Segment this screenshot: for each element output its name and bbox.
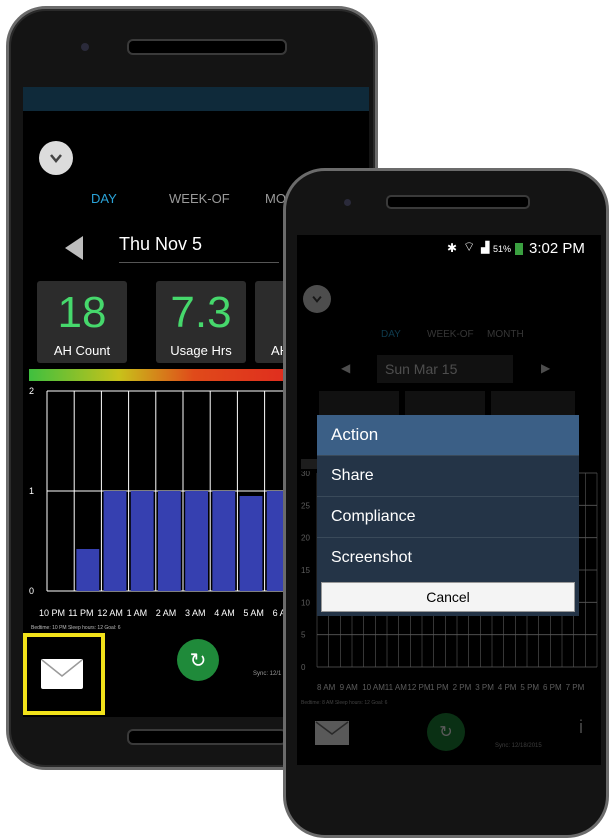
- front-camera: [81, 43, 89, 51]
- chart-bar: [212, 491, 236, 591]
- stat-value: 18: [57, 288, 107, 337]
- x-axis-labels: 8 AM 9 AM 10 AM 11 AM 12 PM 1 PM 2 PM 3 PM 4 PM 5…: [317, 683, 601, 695]
- chart-bar: [185, 491, 209, 591]
- chart-bar: [130, 491, 154, 591]
- menu-item-screenshot[interactable]: Screenshot: [317, 537, 579, 578]
- y-tick-label: 0: [301, 663, 306, 672]
- x-tick-label: 5 PM: [520, 683, 540, 692]
- y-tick-label: 30: [301, 471, 310, 478]
- refresh-button[interactable]: ↻: [177, 639, 219, 681]
- x-tick-label: 3 AM: [185, 608, 206, 618]
- envelope-icon: [41, 659, 83, 677]
- y-tick-label: 25: [301, 501, 310, 510]
- email-button[interactable]: [41, 659, 83, 689]
- action-dialog: Action Share Compliance Screenshot Cance…: [317, 415, 579, 616]
- battery-percent: 51%: [493, 244, 512, 254]
- x-tick-label: 9 AM: [339, 683, 358, 692]
- x-tick-label: 10 AM: [362, 683, 385, 692]
- earpiece-speaker: [127, 39, 287, 55]
- email-button[interactable]: [315, 721, 349, 745]
- bluetooth-icon: ✱: [447, 241, 458, 255]
- cancel-button[interactable]: Cancel: [321, 582, 575, 612]
- envelope-icon: [315, 721, 349, 735]
- x-tick-label: 12 AM: [97, 608, 123, 618]
- x-tick-label: 5 AM: [243, 608, 264, 618]
- y-tick-label: 5: [301, 631, 306, 640]
- menu-item-compliance[interactable]: Compliance: [317, 496, 579, 537]
- tab-week-of[interactable]: WEEK-OF: [427, 329, 474, 340]
- sleep-footnote: Bedtime: 8 AM Sleep hours: 12 Goal: 6: [301, 700, 388, 706]
- x-tick-label: 11 PM: [68, 608, 94, 618]
- phone-front-screen: ✱ ⌔ ▟ 51% 3:02 PM DAY WEEK-OF MONTH ◀ Su…: [297, 235, 601, 765]
- tab-day[interactable]: DAY: [381, 329, 401, 340]
- x-tick-label: 6 PM: [543, 683, 562, 692]
- x-tick-label: 10 PM: [39, 608, 66, 618]
- tab-week-of[interactable]: WEEK-OF: [169, 191, 230, 206]
- x-tick-label: 2 PM: [452, 683, 472, 692]
- x-tick-label: 4 AM: [214, 608, 235, 618]
- y-tick-label: 10: [301, 598, 310, 607]
- x-tick-label: 3 PM: [475, 683, 494, 692]
- earpiece-speaker: [386, 195, 530, 209]
- phone-front: ✱ ⌔ ▟ 51% 3:02 PM DAY WEEK-OF MONTH ◀ Su…: [283, 168, 609, 838]
- y-tick-label: 1: [29, 486, 34, 496]
- refresh-icon: ↻: [439, 724, 453, 741]
- x-tick-label: 1 PM: [430, 683, 449, 692]
- sleep-footnote: Bedtime: 10 PM Sleep hours: 12 Goal: 6: [31, 625, 121, 631]
- dialog-footer: Cancel: [317, 578, 579, 616]
- chart-bar: [239, 496, 263, 591]
- tab-month[interactable]: MONTH: [487, 329, 524, 340]
- x-tick-label: 7 PM: [565, 683, 585, 692]
- date-field[interactable]: Sun Mar 15: [377, 355, 513, 383]
- stat-label: Usage Hrs: [170, 343, 232, 358]
- stat-card-usage-hrs: 7.3 Usage Hrs: [156, 281, 246, 363]
- x-tick-label: 2 AM: [155, 608, 177, 618]
- stat-label: AH Count: [53, 343, 111, 358]
- clock: 3:02 PM: [529, 240, 585, 257]
- x-tick-label: 1 AM: [126, 608, 148, 618]
- signal-icon: ▟: [481, 242, 490, 254]
- refresh-button[interactable]: ↻: [427, 713, 465, 751]
- date-label: Sun Mar 15: [385, 361, 458, 377]
- chevron-down-icon: [312, 296, 322, 303]
- dialog-title: Action: [317, 415, 579, 455]
- y-tick-label: 0: [29, 586, 34, 596]
- chart-bar: [157, 491, 181, 591]
- stat-card-ah-count: 18 AH Count: [37, 281, 127, 363]
- y-tick-label: 20: [301, 534, 310, 543]
- prev-date-icon[interactable]: [63, 235, 85, 261]
- front-camera: [344, 199, 351, 206]
- collapse-chevron-button[interactable]: [303, 285, 331, 313]
- date-field[interactable]: Thu Nov 5: [119, 234, 279, 263]
- y-tick-label: 2: [29, 386, 34, 396]
- chevron-down-icon: [50, 154, 62, 163]
- x-tick-label: 4 PM: [497, 683, 517, 692]
- next-date-icon[interactable]: ▶: [541, 361, 550, 375]
- chart-bar: [103, 491, 127, 591]
- collapse-chevron-button[interactable]: [39, 141, 73, 175]
- info-icon[interactable]: i: [579, 717, 583, 738]
- status-bar: ✱ ⌔ ▟ 51% 3:02 PM: [297, 235, 601, 263]
- tab-day[interactable]: DAY: [91, 191, 117, 206]
- bottom-speaker: [127, 729, 287, 745]
- x-tick-label: 8 AM: [317, 683, 336, 692]
- sync-label: Sync: 12/1: [253, 671, 282, 677]
- refresh-icon: ↻: [189, 649, 207, 672]
- usage-bar-chart: 2 1 0: [29, 386, 320, 596]
- status-bar: [23, 87, 369, 111]
- menu-item-share[interactable]: Share: [317, 455, 579, 496]
- battery-icon: [515, 243, 523, 255]
- date-label: Thu Nov 5: [119, 234, 203, 254]
- wifi-icon: ⌔: [463, 239, 476, 254]
- sync-label: Sync: 12/18/2015: [495, 743, 542, 749]
- x-tick-label: 12 PM: [407, 683, 431, 692]
- prev-date-icon[interactable]: ◀: [341, 361, 350, 375]
- chart-bar: [76, 549, 100, 591]
- stat-value: 7.3: [170, 288, 232, 337]
- x-tick-label: 11 AM: [384, 683, 407, 692]
- y-tick-label: 15: [301, 566, 310, 575]
